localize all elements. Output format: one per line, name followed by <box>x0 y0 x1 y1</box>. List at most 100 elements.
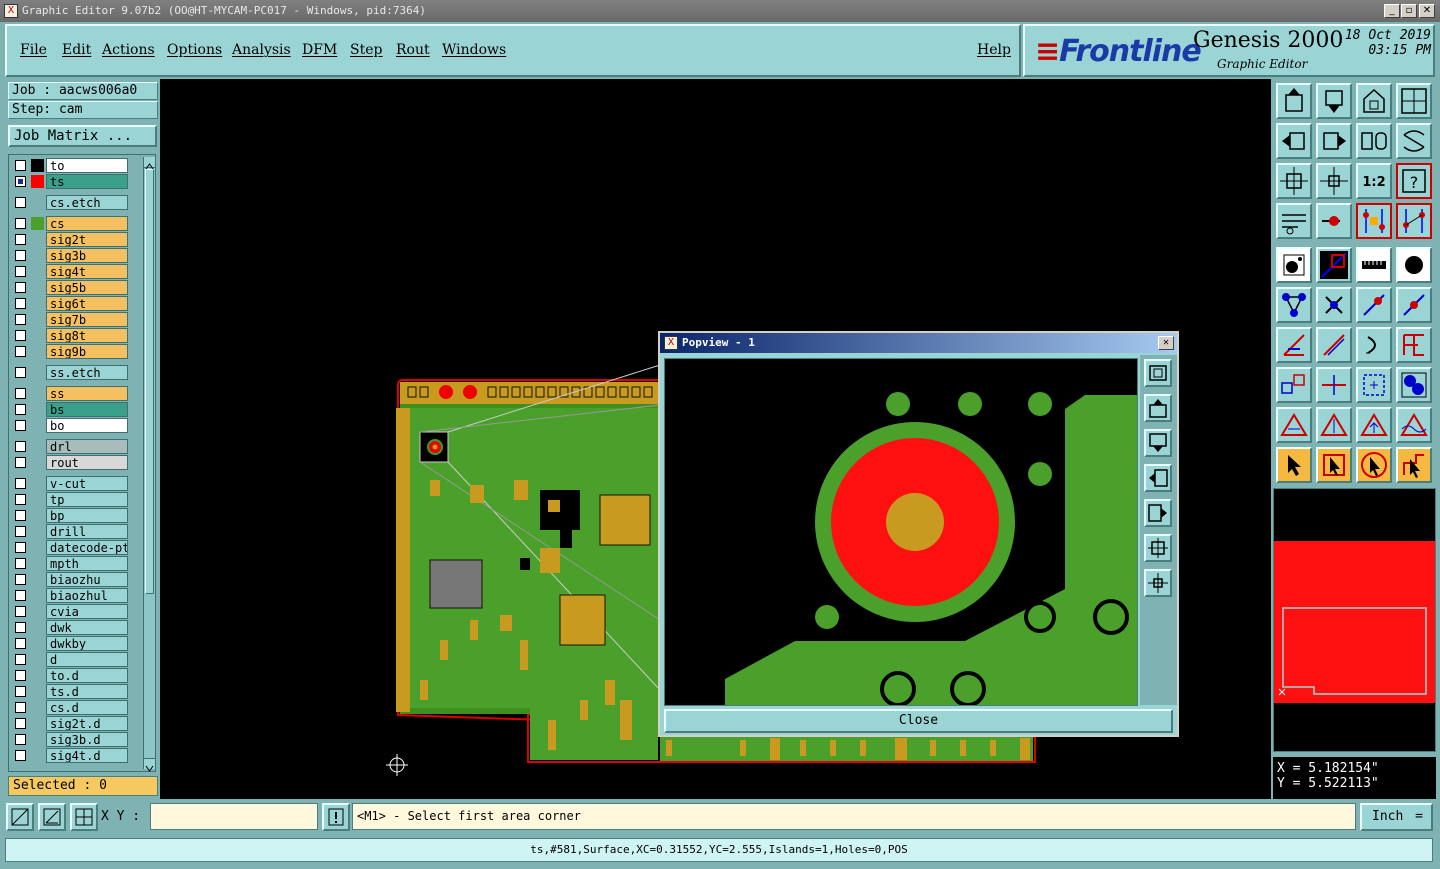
layer-checkbox[interactable] <box>15 622 26 633</box>
layer-color-swatch[interactable] <box>31 456 44 469</box>
layer-row-datecode-pte[interactable]: datecode-pte <box>9 540 131 555</box>
layer-row-biaozhu[interactable]: biaozhu <box>9 572 131 587</box>
grid-mode-button[interactable] <box>70 803 98 831</box>
layer-name[interactable]: to <box>46 158 128 173</box>
layer-name[interactable]: ts.d <box>46 684 128 699</box>
layer-color-swatch[interactable] <box>31 509 44 522</box>
select-box-button[interactable] <box>1316 447 1352 483</box>
popview-title-bar[interactable]: X Popview - 1 ✕ <box>660 333 1177 353</box>
layer-name[interactable]: v-cut <box>46 476 128 491</box>
layer-row-ts[interactable]: ts <box>9 174 131 189</box>
layer-name[interactable]: d <box>46 652 128 667</box>
layer-row-cs.etch[interactable]: cs.etch <box>9 195 131 210</box>
job-matrix-button[interactable]: Job Matrix ... <box>8 125 157 147</box>
line-draw-button[interactable] <box>1316 327 1352 363</box>
layer-checkbox[interactable] <box>15 160 26 171</box>
layer-color-swatch[interactable] <box>31 525 44 538</box>
select-route-button[interactable] <box>1396 447 1432 483</box>
layer-checkbox[interactable] <box>15 250 26 261</box>
measure-point-button[interactable] <box>1356 203 1392 239</box>
menu-file[interactable]: File <box>20 42 47 58</box>
menu-windows[interactable]: Windows <box>442 42 506 58</box>
angle-mode-button[interactable] <box>38 803 66 831</box>
layer-row-sig2t.d[interactable]: sig2t.d <box>9 716 131 731</box>
layer-color-swatch[interactable] <box>31 653 44 666</box>
layer-checkbox[interactable] <box>15 176 26 187</box>
layer-name[interactable]: sig2t.d <box>46 716 128 731</box>
layer-row-sig6t[interactable]: sig6t <box>9 296 131 311</box>
layer-color-swatch[interactable] <box>31 733 44 746</box>
group-button[interactable] <box>1396 367 1432 403</box>
layer-name[interactable]: cvia <box>46 604 128 619</box>
cross-snap-button[interactable] <box>1316 287 1352 323</box>
layer-checkbox[interactable] <box>15 234 26 245</box>
menu-dfm[interactable]: DFM <box>302 42 337 58</box>
layer-color-swatch[interactable] <box>31 281 44 294</box>
layer-checkbox[interactable] <box>15 266 26 277</box>
menu-rout[interactable]: Rout <box>396 42 430 58</box>
zoom-home-step-button[interactable] <box>1356 83 1392 119</box>
layer-checkbox[interactable] <box>15 282 26 293</box>
layer-color-swatch[interactable] <box>31 440 44 453</box>
layer-color-swatch[interactable] <box>31 493 44 506</box>
layer-checkbox[interactable] <box>15 420 26 431</box>
layer-name[interactable]: sig4t <box>46 264 128 279</box>
layer-checkbox[interactable] <box>15 686 26 697</box>
layer-checkbox[interactable] <box>15 750 26 761</box>
select-circle-button[interactable] <box>1356 447 1392 483</box>
layer-color-swatch[interactable] <box>31 249 44 262</box>
connect-points-button[interactable] <box>1276 287 1312 323</box>
polarity-button[interactable] <box>1316 247 1352 283</box>
popview-zoom-in-button[interactable] <box>1144 534 1172 562</box>
units-selector[interactable]: Inch = <box>1360 803 1433 831</box>
menu-options[interactable]: Options <box>167 42 222 58</box>
layer-row-sig9b[interactable]: sig9b <box>9 344 131 359</box>
layer-color-swatch[interactable] <box>31 669 44 682</box>
snap-grid-button[interactable] <box>1276 203 1312 239</box>
popview-zoom-window-button[interactable] <box>1144 359 1172 387</box>
xy-input[interactable] <box>150 803 318 830</box>
close-window-button[interactable]: ✕ <box>1419 4 1435 18</box>
snap-center-button[interactable] <box>1316 203 1352 239</box>
layer-name[interactable]: drill <box>46 524 128 539</box>
layer-row-cs[interactable]: cs <box>9 216 131 231</box>
layer-name[interactable]: datecode-pte <box>46 540 128 555</box>
popview-close-button-bottom[interactable]: Close <box>664 709 1173 733</box>
layer-checkbox[interactable] <box>15 526 26 537</box>
layer-checkbox[interactable] <box>15 542 26 553</box>
split-button[interactable] <box>1316 367 1352 403</box>
layer-row-sig4t.d[interactable]: sig4t.d <box>9 748 131 763</box>
layer-checkbox[interactable] <box>15 441 26 452</box>
scale-1-2-button[interactable]: 1:2 <box>1356 163 1392 199</box>
popview-pan-left-button[interactable] <box>1144 464 1172 492</box>
layer-name[interactable]: sig8t <box>46 328 128 343</box>
menu-actions[interactable]: Actions <box>102 42 155 58</box>
zoom-reset-button[interactable] <box>1356 123 1392 159</box>
triangle-right-button[interactable] <box>1316 407 1352 443</box>
popview-zoom-out-button[interactable] <box>1144 569 1172 597</box>
layer-name[interactable]: ts <box>46 174 128 189</box>
layer-name[interactable]: tp <box>46 492 128 507</box>
zoom-home-button[interactable] <box>1276 83 1312 119</box>
layer-checkbox[interactable] <box>15 298 26 309</box>
layer-checkbox[interactable] <box>15 606 26 617</box>
layer-name[interactable]: mpth <box>46 556 128 571</box>
layer-checkbox[interactable] <box>15 404 26 415</box>
angle-button[interactable] <box>1276 327 1312 363</box>
layer-name[interactable]: drl <box>46 439 128 454</box>
popview-pan-up-button[interactable] <box>1144 394 1172 422</box>
minimize-button[interactable]: _ <box>1384 4 1400 18</box>
zoom-in-button[interactable] <box>1276 163 1312 199</box>
layer-color-swatch[interactable] <box>31 621 44 634</box>
layer-color-swatch[interactable] <box>31 297 44 310</box>
zoom-flip-button[interactable] <box>1396 123 1432 159</box>
layer-name[interactable]: dwkby <box>46 636 128 651</box>
layer-color-swatch[interactable] <box>31 403 44 416</box>
layer-checkbox[interactable] <box>15 558 26 569</box>
layer-checkbox[interactable] <box>15 197 26 208</box>
layer-color-swatch[interactable] <box>31 387 44 400</box>
zoom-out-button[interactable] <box>1316 163 1352 199</box>
layer-color-swatch[interactable] <box>31 196 44 209</box>
layer-checkbox[interactable] <box>15 388 26 399</box>
layer-checkbox[interactable] <box>15 346 26 357</box>
